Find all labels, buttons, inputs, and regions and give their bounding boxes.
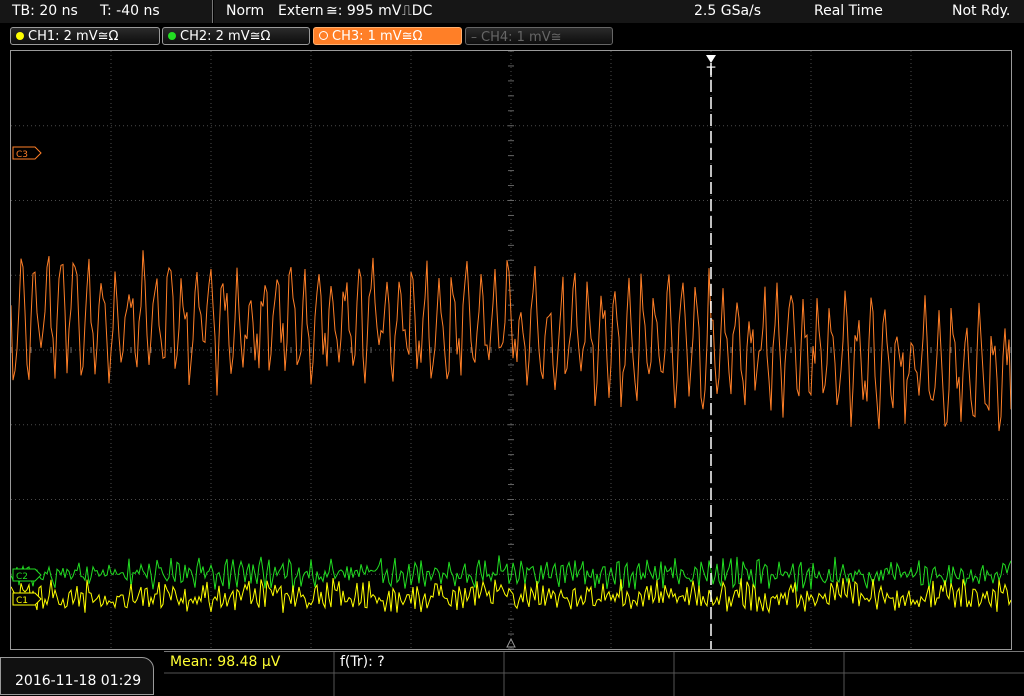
datetime-display: 2016-11-18 01:29	[0, 657, 154, 695]
channel-4-off-icon: –	[471, 30, 477, 44]
channel-3-label: CH3: 1 mV≅Ω	[332, 29, 423, 44]
channel-1-label: CH1: 2 mV≅Ω	[28, 29, 119, 44]
channel-3-indicator-icon	[319, 31, 328, 40]
timebase-label: TB: 20 ns	[12, 3, 78, 19]
trigger-source-label: Extern	[278, 3, 324, 19]
channel-4-button[interactable]: – CH4: 1 mV≅	[465, 27, 613, 45]
trigger-marker-icon[interactable]	[706, 55, 716, 63]
channel-1-indicator-icon	[16, 32, 24, 40]
trigger-marker-label: T	[706, 65, 716, 81]
waveform-display[interactable]: T C3 C2 C1	[10, 50, 1012, 650]
channel-2-waveform	[11, 555, 1011, 592]
svg-text:C2: C2	[16, 572, 28, 582]
acquisition-mode-label: Real Time	[814, 3, 883, 19]
status-bar: TB: 20 ns T: -40 ns Norm Extern ≅: 995 m…	[0, 0, 1024, 24]
scope-graticule: T C3 C2 C1	[11, 51, 1011, 649]
datetime-label: 2016-11-18 01:29	[15, 673, 142, 689]
channel-bar: CH1: 2 mV≅Ω CH2: 2 mV≅Ω CH3: 1 mV≅Ω – CH4…	[0, 24, 1024, 50]
channel-1-ref-marker[interactable]: C1	[12, 592, 42, 606]
channel-2-button[interactable]: CH2: 2 mV≅Ω	[162, 27, 310, 45]
sample-rate-label: 2.5 GSa/s	[694, 3, 762, 19]
trigger-mode-label: Norm	[226, 3, 265, 19]
channel-2-ref-marker[interactable]: C2	[12, 568, 42, 582]
channel-3-ref-marker[interactable]: C3	[12, 146, 42, 160]
frequency-measurement[interactable]: f(Tr): ?	[340, 654, 385, 670]
trigger-position-label: T: -40 ns	[100, 3, 160, 19]
mean-measurement[interactable]: Mean: 98.48 µV	[170, 654, 280, 670]
measurement-panel[interactable]: Mean: 98.48 µV f(Tr): ?	[164, 651, 1024, 696]
trigger-panel[interactable]: Norm Extern ≅: 995 mV ⎍DC 2.5 GSa/s Real…	[214, 0, 1024, 23]
measurement-grid	[164, 652, 1024, 696]
trigger-level-label: ≅: 995 mV	[326, 3, 402, 19]
acquisition-status-label: Not Rdy.	[952, 3, 1011, 19]
channel-2-label: CH2: 2 mV≅Ω	[180, 29, 271, 44]
channel-4-label: CH4: 1 mV≅	[481, 30, 562, 45]
channel-1-button[interactable]: CH1: 2 mV≅Ω	[10, 27, 160, 45]
svg-text:C3: C3	[16, 150, 28, 160]
trigger-slope-label: ⎍DC	[402, 3, 433, 19]
channel-3-button[interactable]: CH3: 1 mV≅Ω	[313, 27, 462, 45]
timebase-panel[interactable]: TB: 20 ns T: -40 ns	[0, 0, 213, 23]
svg-text:C1: C1	[16, 596, 28, 606]
channel-2-indicator-icon	[168, 32, 176, 40]
